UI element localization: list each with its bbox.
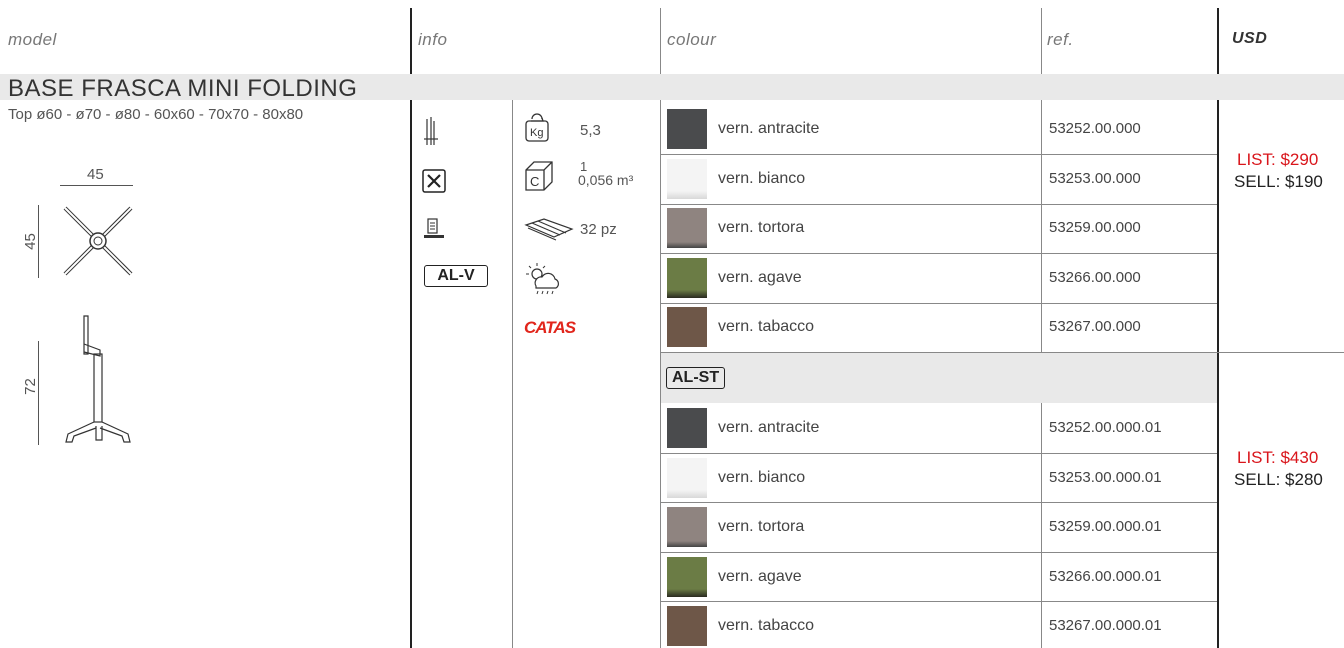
sell-price: SELL: $190 xyxy=(1234,172,1323,191)
package-icon: C xyxy=(525,161,553,191)
header-divider xyxy=(1041,8,1042,74)
row-divider xyxy=(660,154,1217,155)
svg-text:Kg: Kg xyxy=(530,127,543,139)
colour-name: vern. antracite xyxy=(718,419,820,436)
swatch-agave xyxy=(667,258,707,298)
colour-name: vern. tortora xyxy=(718,219,805,236)
base-plate-icon xyxy=(424,218,444,238)
swatch-bianco xyxy=(667,458,707,498)
row-divider xyxy=(660,204,1217,205)
swatch-tortora xyxy=(667,208,707,248)
header-info: info xyxy=(418,30,448,49)
swatch-antracite xyxy=(667,109,707,149)
row-divider xyxy=(660,601,1217,602)
column-divider xyxy=(410,100,412,648)
swatch-agave xyxy=(667,557,707,597)
colour-name: vern. tabacco xyxy=(718,617,815,634)
dim-depth: 45 xyxy=(21,233,39,250)
dim-width-line xyxy=(60,185,133,186)
stackable-icon xyxy=(424,117,438,145)
list-price: LIST: $290 xyxy=(1237,150,1319,169)
colour-name: vern. agave xyxy=(718,269,802,286)
svg-text:C: C xyxy=(530,174,539,189)
ref-code: 53253.00.000 xyxy=(1049,170,1141,187)
ref-code: 53267.00.000 xyxy=(1049,318,1141,335)
top-view-drawing xyxy=(63,206,133,276)
ref-code: 53253.00.000.01 xyxy=(1049,469,1162,486)
dim-width: 45 xyxy=(87,166,104,183)
weather-icon xyxy=(526,263,559,295)
colour-name: vern. bianco xyxy=(718,469,806,486)
dim-height: 72 xyxy=(21,378,39,395)
header-colour: colour xyxy=(667,30,717,49)
dim-depth-line xyxy=(38,205,39,278)
header-usd: USD xyxy=(1232,30,1268,47)
swatch-tabacco xyxy=(667,307,707,347)
top-sizes: Top ø60 - ø70 - ø80 - 60x60 - 70x70 - 80… xyxy=(8,106,304,123)
header-divider xyxy=(410,8,412,74)
header-ref: ref. xyxy=(1047,30,1074,49)
material-badge: AL-V xyxy=(424,265,488,287)
ref-code: 53266.00.000.01 xyxy=(1049,568,1162,585)
row-divider xyxy=(660,502,1217,503)
list-price: LIST: $430 xyxy=(1237,448,1319,467)
catas-logo: CATAS xyxy=(524,318,576,337)
pallet-qty: 32 pz xyxy=(580,221,617,238)
variant-bar xyxy=(661,353,1217,403)
pallet-icon xyxy=(524,218,574,241)
variant-badge: AL-ST xyxy=(666,367,726,389)
dim-height-line xyxy=(38,341,39,445)
colour-name: vern. tabacco xyxy=(718,318,815,335)
column-divider xyxy=(512,100,513,648)
product-title: BASE FRASCA MINI FOLDING xyxy=(8,75,358,102)
ref-code: 53267.00.000.01 xyxy=(1049,617,1162,634)
swatch-tabacco xyxy=(667,606,707,646)
colour-name: vern. bianco xyxy=(718,170,806,187)
sell-price: SELL: $280 xyxy=(1234,470,1323,489)
header-divider xyxy=(660,8,661,74)
row-divider xyxy=(660,303,1217,304)
row-divider xyxy=(660,552,1217,553)
row-divider xyxy=(660,253,1217,254)
swatch-antracite xyxy=(667,408,707,448)
assembly-tools-icon xyxy=(422,169,446,193)
column-divider xyxy=(1217,100,1219,648)
swatch-bianco xyxy=(667,159,707,199)
colour-name: vern. antracite xyxy=(718,120,820,137)
colour-name: vern. tortora xyxy=(718,518,805,535)
header-model: model xyxy=(8,30,57,49)
weight-value: 5,3 xyxy=(580,122,601,139)
ref-code: 53252.00.000.01 xyxy=(1049,419,1162,436)
header-divider xyxy=(1217,8,1219,74)
ref-code: 53259.00.000 xyxy=(1049,219,1141,236)
ref-code: 53266.00.000 xyxy=(1049,269,1141,286)
colour-name: vern. agave xyxy=(718,568,802,585)
pack-volume: 0,056 m³ xyxy=(578,172,634,188)
weight-icon: Kg xyxy=(525,113,549,142)
ref-code: 53252.00.000 xyxy=(1049,120,1141,137)
ref-code: 53259.00.000.01 xyxy=(1049,518,1162,535)
row-divider xyxy=(660,453,1217,454)
swatch-tortora xyxy=(667,507,707,547)
side-view-drawing xyxy=(65,315,131,443)
